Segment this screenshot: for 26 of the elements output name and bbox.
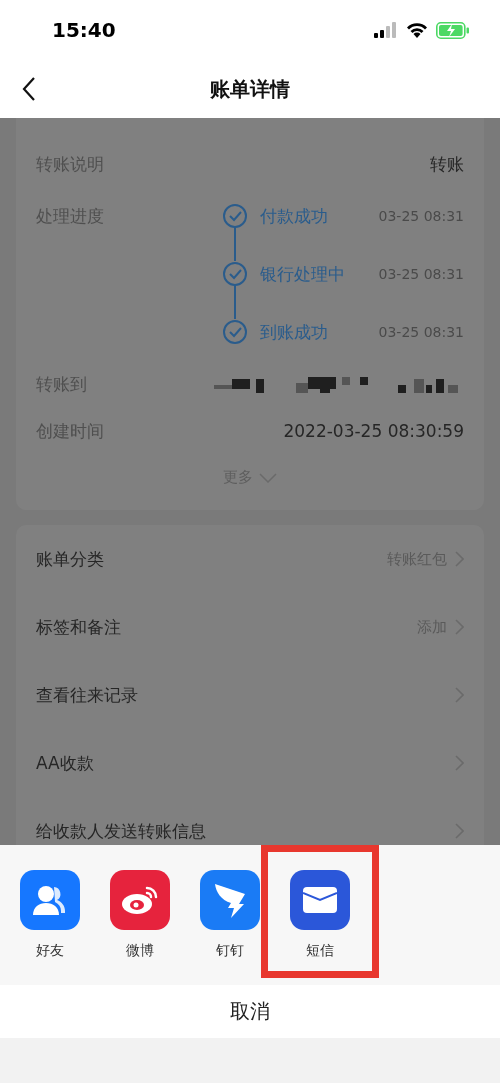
menu-item[interactable]: AA收款: [36, 751, 94, 775]
people-icon: [32, 883, 68, 917]
status-time: 15:40: [52, 18, 116, 42]
progress-line: [234, 227, 236, 261]
signal-icon: [374, 22, 398, 38]
step-label: 到账成功: [260, 320, 329, 344]
share-option[interactable]: 钉钉: [200, 870, 260, 985]
share-option[interactable]: 短信: [290, 870, 350, 985]
cancel-button[interactable]: 取消: [0, 985, 500, 1038]
back-icon: [22, 76, 36, 102]
menu-item[interactable]: 查看往来记录: [36, 683, 138, 707]
wifi-icon: [406, 22, 428, 38]
menu-item[interactable]: 标签和备注: [36, 615, 121, 639]
detail-value: 2022-03-25 08:30:59: [283, 421, 464, 441]
share-option[interactable]: 好友: [20, 870, 80, 985]
detail-value: 转账: [430, 152, 464, 176]
page-title: 账单详情: [210, 75, 290, 103]
battery-charging-icon: [436, 21, 470, 39]
share-option[interactable]: 微博: [110, 870, 170, 985]
step-label: 付款成功: [260, 204, 329, 228]
menu-item[interactable]: 账单分类: [36, 547, 104, 571]
eye-logo-icon: [120, 884, 160, 916]
menu-item[interactable]: 给收款人发送转账信息: [36, 819, 206, 843]
envelope-icon: [303, 887, 337, 913]
step-label: 银行处理中: [260, 262, 346, 286]
progress-line: [234, 285, 236, 319]
